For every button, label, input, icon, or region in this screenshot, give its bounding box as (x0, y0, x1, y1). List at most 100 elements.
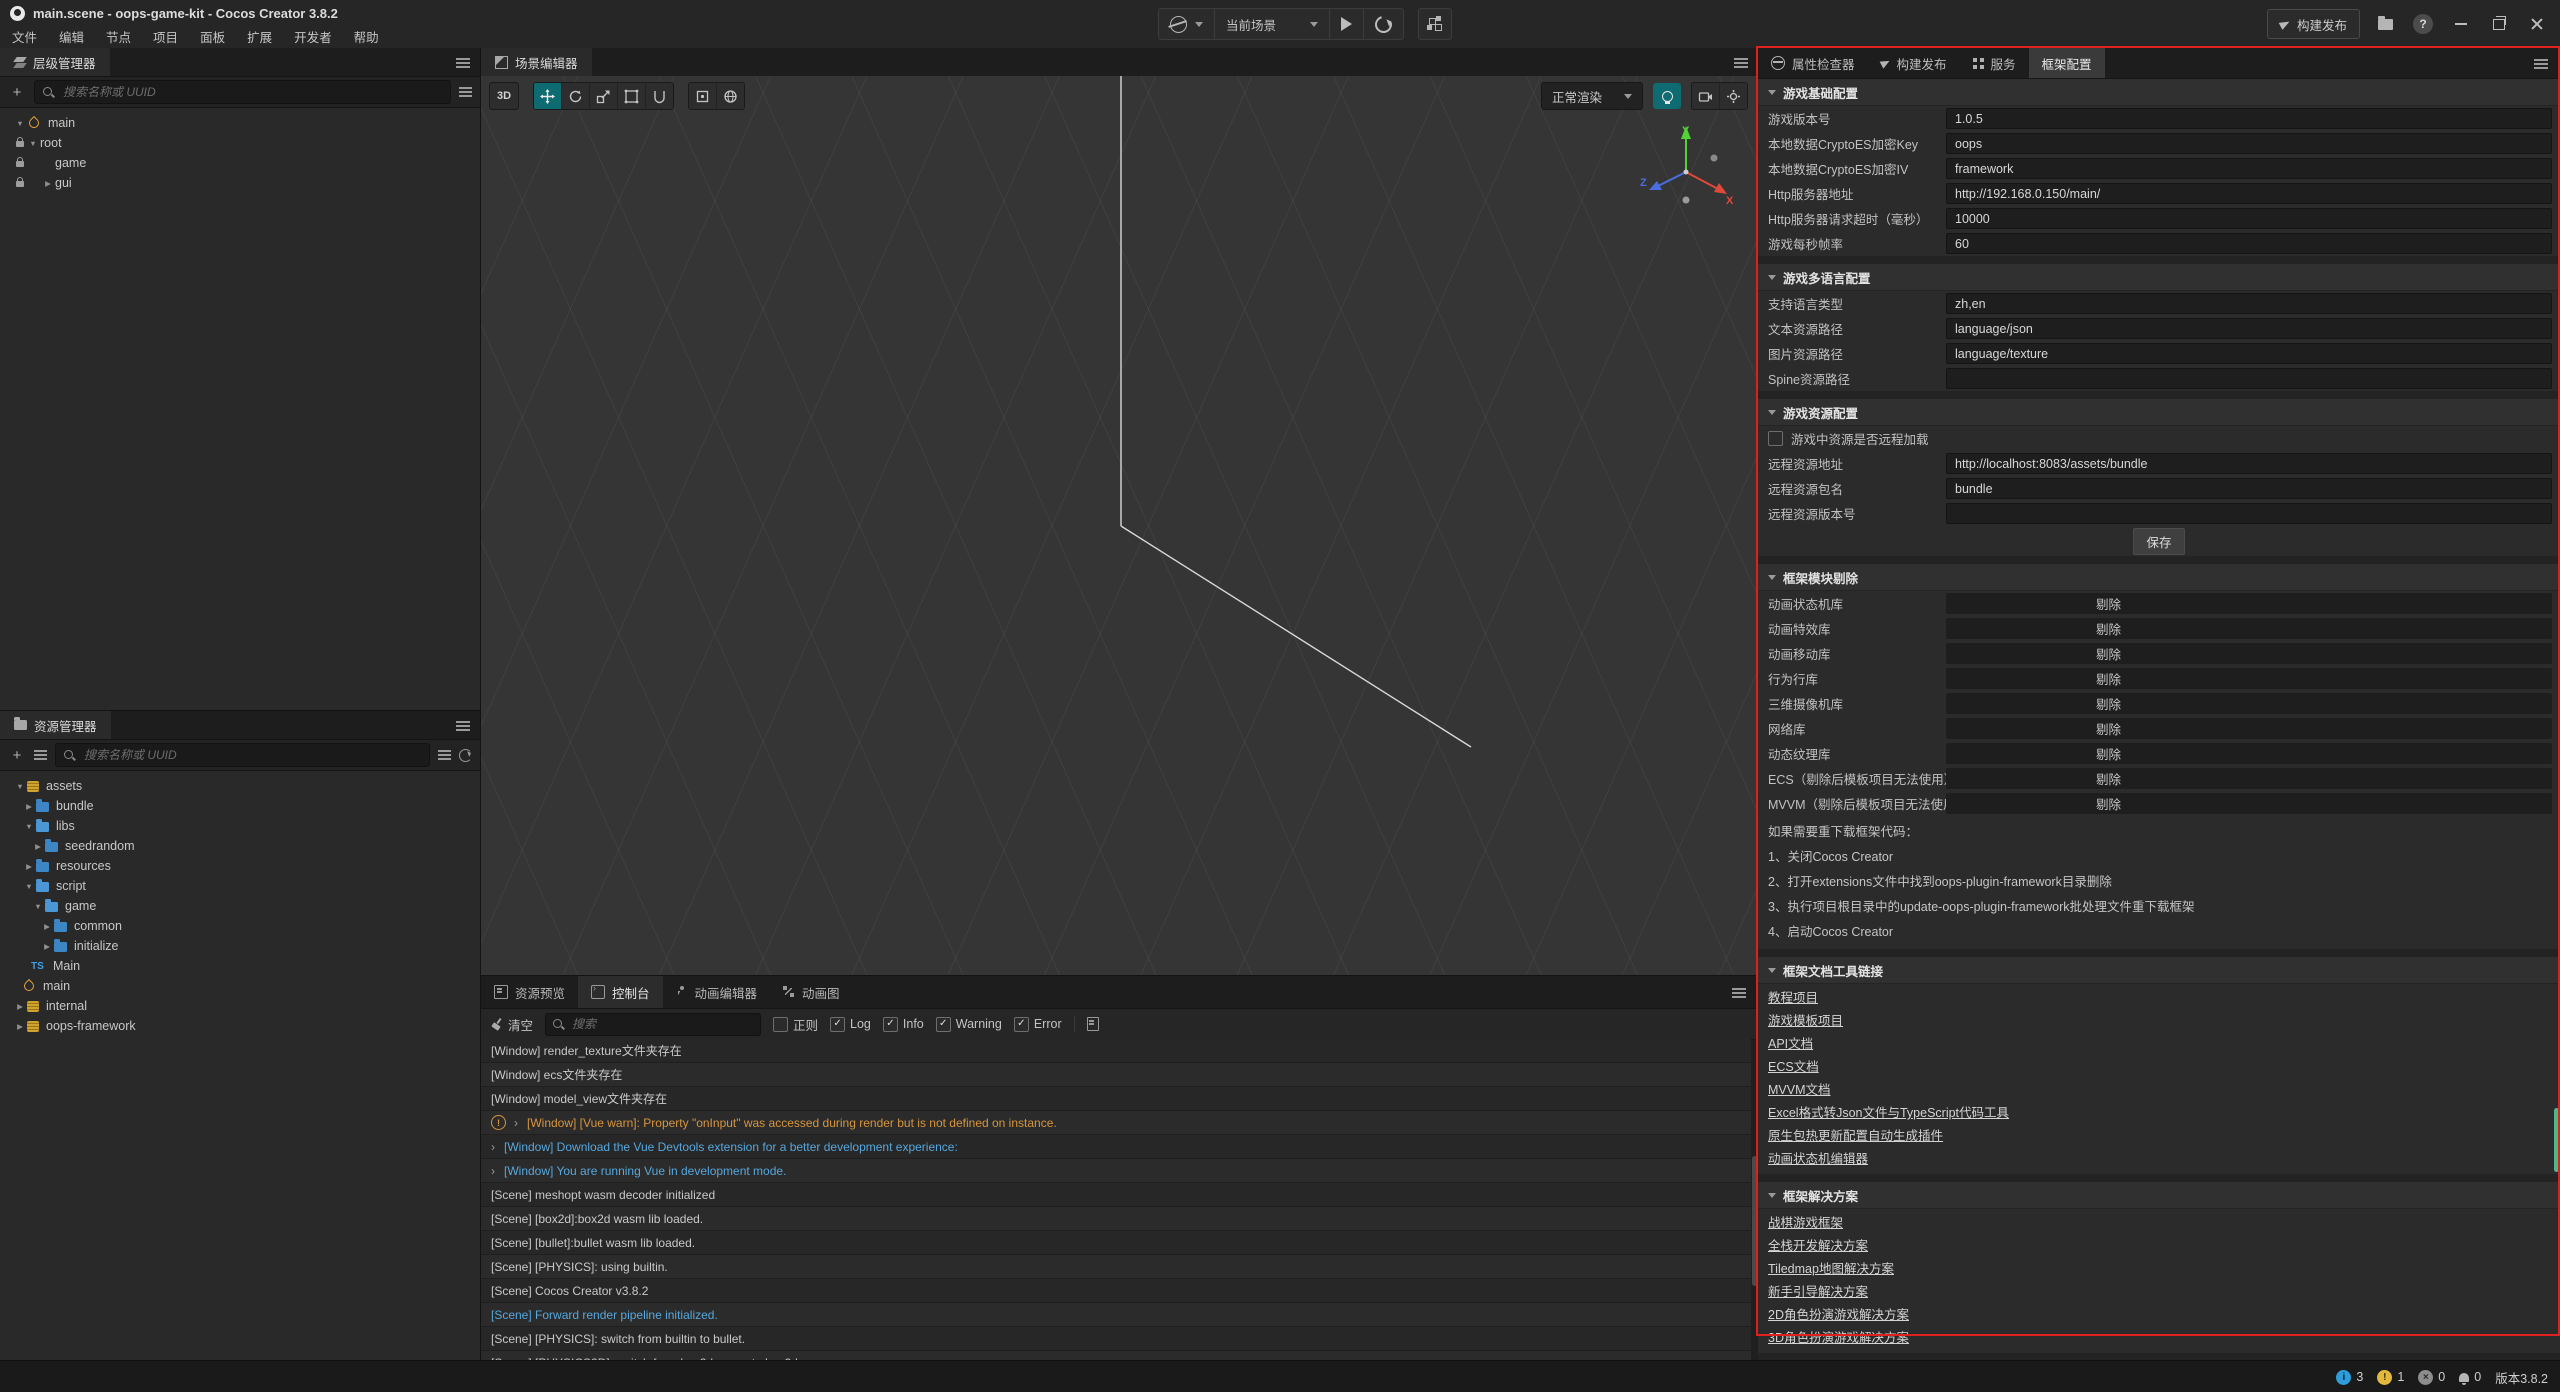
log-row[interactable]: [Scene] [bullet]:bullet wasm lib loaded. (481, 1231, 1751, 1254)
log-row[interactable]: [Window] You are running Vue in developm… (481, 1159, 1751, 1182)
add-node-button[interactable] (8, 84, 26, 101)
expand-chevron-icon[interactable] (22, 856, 36, 877)
anchor-tool-button[interactable] (646, 83, 673, 109)
add-asset-button[interactable] (8, 747, 26, 764)
console-tab[interactable]: 动画图 (770, 976, 853, 1008)
section-header[interactable]: 游戏基础配置 (1758, 79, 2560, 106)
expand-chevron-icon[interactable] (22, 816, 36, 837)
expand-chevron-icon[interactable] (514, 1116, 518, 1130)
field-input[interactable] (1946, 478, 2552, 499)
pivot-position-button[interactable] (689, 83, 717, 109)
expand-chevron-icon[interactable] (26, 133, 40, 154)
save-button[interactable]: 保存 (2133, 528, 2184, 555)
log-row[interactable]: [Window] render_texture文件夹存在 (481, 1039, 1751, 1062)
doc-link[interactable]: 动画状态机编辑器 (1768, 1148, 1868, 1167)
section-header[interactable]: 游戏资源配置 (1758, 399, 2560, 426)
log-row[interactable]: [Scene] Forward render pipeline initiali… (481, 1303, 1751, 1326)
asset-node-row[interactable]: oops-framework (0, 1016, 480, 1036)
asset-node-row[interactable]: libs (0, 816, 480, 836)
asset-node-row[interactable]: main (0, 976, 480, 996)
remove-module-button[interactable]: 剔除 (2096, 768, 2121, 789)
field-input[interactable] (1946, 133, 2552, 154)
remove-module-button[interactable]: 剔除 (2096, 668, 2121, 689)
remove-module-button[interactable]: 剔除 (2096, 718, 2121, 739)
log-filter-checkbox[interactable]: Log (830, 1017, 871, 1032)
regex-checkbox[interactable]: 正则 (773, 1015, 818, 1034)
menu-item[interactable]: 项目 (153, 27, 178, 46)
asset-node-row[interactable]: game (0, 896, 480, 916)
panel-menu-icon[interactable] (456, 721, 470, 723)
log-row[interactable]: [Window] model_view文件夹存在 (481, 1087, 1751, 1110)
warning-count[interactable]: 1 (2377, 1370, 2404, 1385)
lighting-toggle-button[interactable] (1653, 83, 1681, 109)
expand-chevron-icon[interactable] (491, 1164, 495, 1178)
doc-link[interactable]: ECS文档 (1768, 1056, 1819, 1075)
expand-chevron-icon[interactable] (22, 796, 36, 817)
maximize-button[interactable] (2486, 11, 2512, 37)
log-row[interactable]: [Window] ecs文件夹存在 (481, 1063, 1751, 1086)
inspector-tab[interactable]: 框架配置 (2029, 48, 2105, 78)
log-row[interactable]: [Scene] [PHYSICS]: using builtin. (481, 1255, 1751, 1278)
preview-target-select[interactable] (1159, 9, 1215, 39)
menu-item[interactable]: 帮助 (354, 27, 379, 46)
rotate-tool-button[interactable] (562, 83, 590, 109)
field-input[interactable] (1946, 293, 2552, 314)
expand-chevron-icon[interactable] (13, 776, 27, 797)
expand-chevron-icon[interactable] (22, 876, 36, 897)
inspector-scrollbar[interactable] (2554, 1108, 2559, 1172)
panel-menu-icon[interactable] (1732, 988, 1746, 990)
field-input[interactable] (1946, 183, 2552, 204)
field-input[interactable] (1946, 368, 2552, 389)
expand-chevron-icon[interactable] (13, 113, 27, 134)
menu-item[interactable]: 节点 (106, 27, 131, 46)
field-input[interactable] (1946, 158, 2552, 179)
section-header[interactable]: 框架文档工具链接 (1758, 957, 2560, 984)
solution-link[interactable]: Tiledmap地图解决方案 (1768, 1258, 1894, 1277)
menu-item[interactable]: 编辑 (59, 27, 84, 46)
log-filter-checkbox[interactable]: Error (1014, 1017, 1062, 1032)
remove-module-button[interactable]: 剔除 (2096, 793, 2121, 814)
console-tab[interactable]: 动画编辑器 (663, 976, 771, 1008)
field-input[interactable] (1946, 503, 2552, 524)
lock-icon[interactable] (13, 179, 26, 187)
clear-console-button[interactable]: 清空 (491, 1015, 533, 1034)
checkbox-icon[interactable] (1768, 431, 1783, 446)
info-count[interactable]: 3 (2336, 1370, 2363, 1385)
panel-menu-icon[interactable] (456, 58, 470, 60)
asset-node-row[interactable]: Main (0, 956, 480, 976)
log-filter-checkbox[interactable]: Info (883, 1017, 924, 1032)
remove-module-button[interactable]: 剔除 (2096, 643, 2121, 664)
asset-node-row[interactable]: assets (0, 776, 480, 796)
lock-icon[interactable] (13, 159, 26, 167)
move-tool-button[interactable] (534, 83, 562, 109)
remove-module-button[interactable]: 剔除 (2096, 618, 2121, 639)
field-input[interactable] (1946, 453, 2552, 474)
remote-load-checkbox-row[interactable]: 游戏中资源是否远程加载 (1758, 426, 2560, 451)
section-header[interactable]: 框架解决方案 (1758, 1182, 2560, 1209)
hierarchy-node-row[interactable]: game (0, 153, 480, 173)
preview-qr-button[interactable] (1418, 8, 1452, 40)
field-input[interactable] (1946, 318, 2552, 339)
render-mode-select[interactable]: 正常渲染 (1541, 82, 1643, 110)
reload-button[interactable] (1364, 9, 1403, 39)
expand-chevron-icon[interactable] (40, 936, 54, 957)
build-publish-button[interactable]: 构建发布 (2267, 9, 2360, 39)
console-search-input[interactable] (570, 1016, 753, 1032)
remove-module-button[interactable]: 剔除 (2096, 693, 2121, 714)
error-count[interactable]: 0 (2418, 1370, 2445, 1385)
menu-item[interactable]: 开发者 (294, 27, 332, 46)
asset-node-row[interactable]: script (0, 876, 480, 896)
field-input[interactable] (1946, 108, 2552, 129)
scene-editor-tab[interactable]: 场景编辑器 (481, 48, 592, 76)
sort-assets-icon[interactable] (34, 750, 47, 752)
doc-link[interactable]: 原生包热更新配置自动生成插件 (1768, 1125, 1943, 1144)
menu-item[interactable]: 扩展 (247, 27, 272, 46)
hierarchy-node-row[interactable]: main (0, 113, 480, 133)
asset-node-row[interactable]: common (0, 916, 480, 936)
log-row[interactable]: [Scene] Cocos Creator v3.8.2 (481, 1279, 1751, 1302)
filter-icon[interactable] (459, 87, 472, 89)
hierarchy-node-row[interactable]: root (0, 133, 480, 153)
menu-item[interactable]: 面板 (200, 27, 225, 46)
solution-link[interactable]: 新手引导解决方案 (1768, 1281, 1868, 1300)
play-button[interactable] (1330, 9, 1364, 39)
